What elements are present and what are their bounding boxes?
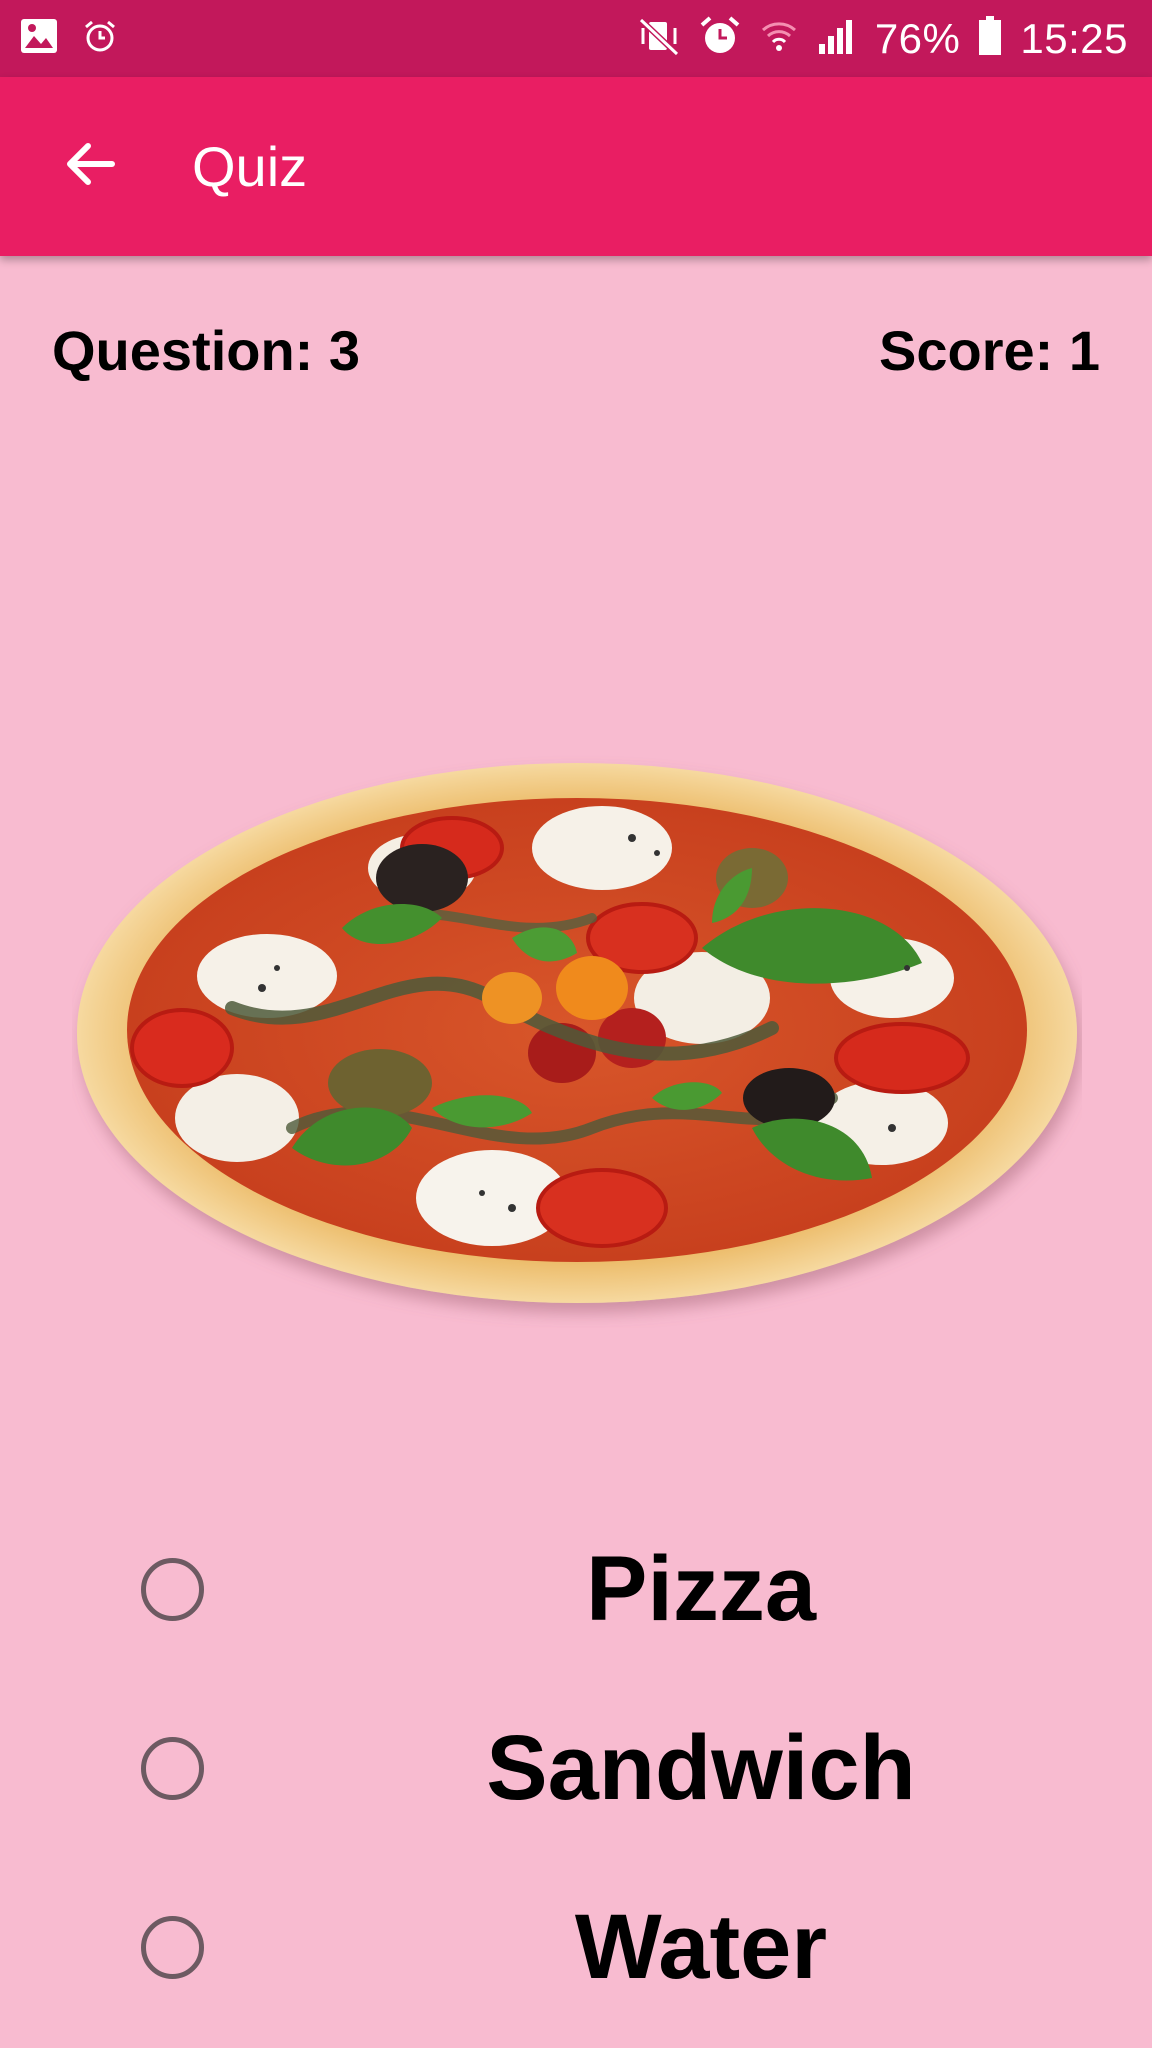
radio-button[interactable] [141, 1916, 204, 1979]
app-bar: Quiz [0, 77, 1152, 256]
answer-option-sandwich[interactable]: Sandwich [0, 1679, 1152, 1858]
clock: 15:25 [1020, 14, 1128, 62]
answer-options: Pizza Sandwich Water [0, 1500, 1152, 2037]
back-button[interactable] [40, 117, 140, 217]
answer-option-pizza[interactable]: Pizza [0, 1500, 1152, 1679]
answer-option-water[interactable]: Water [0, 1858, 1152, 2037]
quiz-info-row: Question: 3 Score: 1 [52, 318, 1100, 383]
battery-icon [978, 16, 1002, 61]
signal-icon [817, 16, 857, 61]
question-number: Question: 3 [52, 319, 361, 382]
status-left [20, 18, 142, 59]
status-right: 76% 15:25 [619, 15, 1128, 63]
arrow-back-icon [62, 136, 118, 197]
pizza-image [72, 748, 1082, 1328]
alarm-outline-icon [82, 18, 118, 59]
gallery-icon [20, 18, 58, 59]
score: Score: 1 [879, 319, 1100, 382]
wifi-icon [759, 16, 799, 61]
battery-percent: 76% [874, 14, 961, 62]
alarm-icon [699, 15, 741, 62]
radio-button[interactable] [141, 1558, 204, 1621]
radio-button[interactable] [141, 1737, 204, 1800]
page-title: Quiz [192, 135, 308, 198]
mute-vibrate-icon [637, 16, 681, 61]
status-bar: 76% 15:25 [0, 0, 1152, 77]
